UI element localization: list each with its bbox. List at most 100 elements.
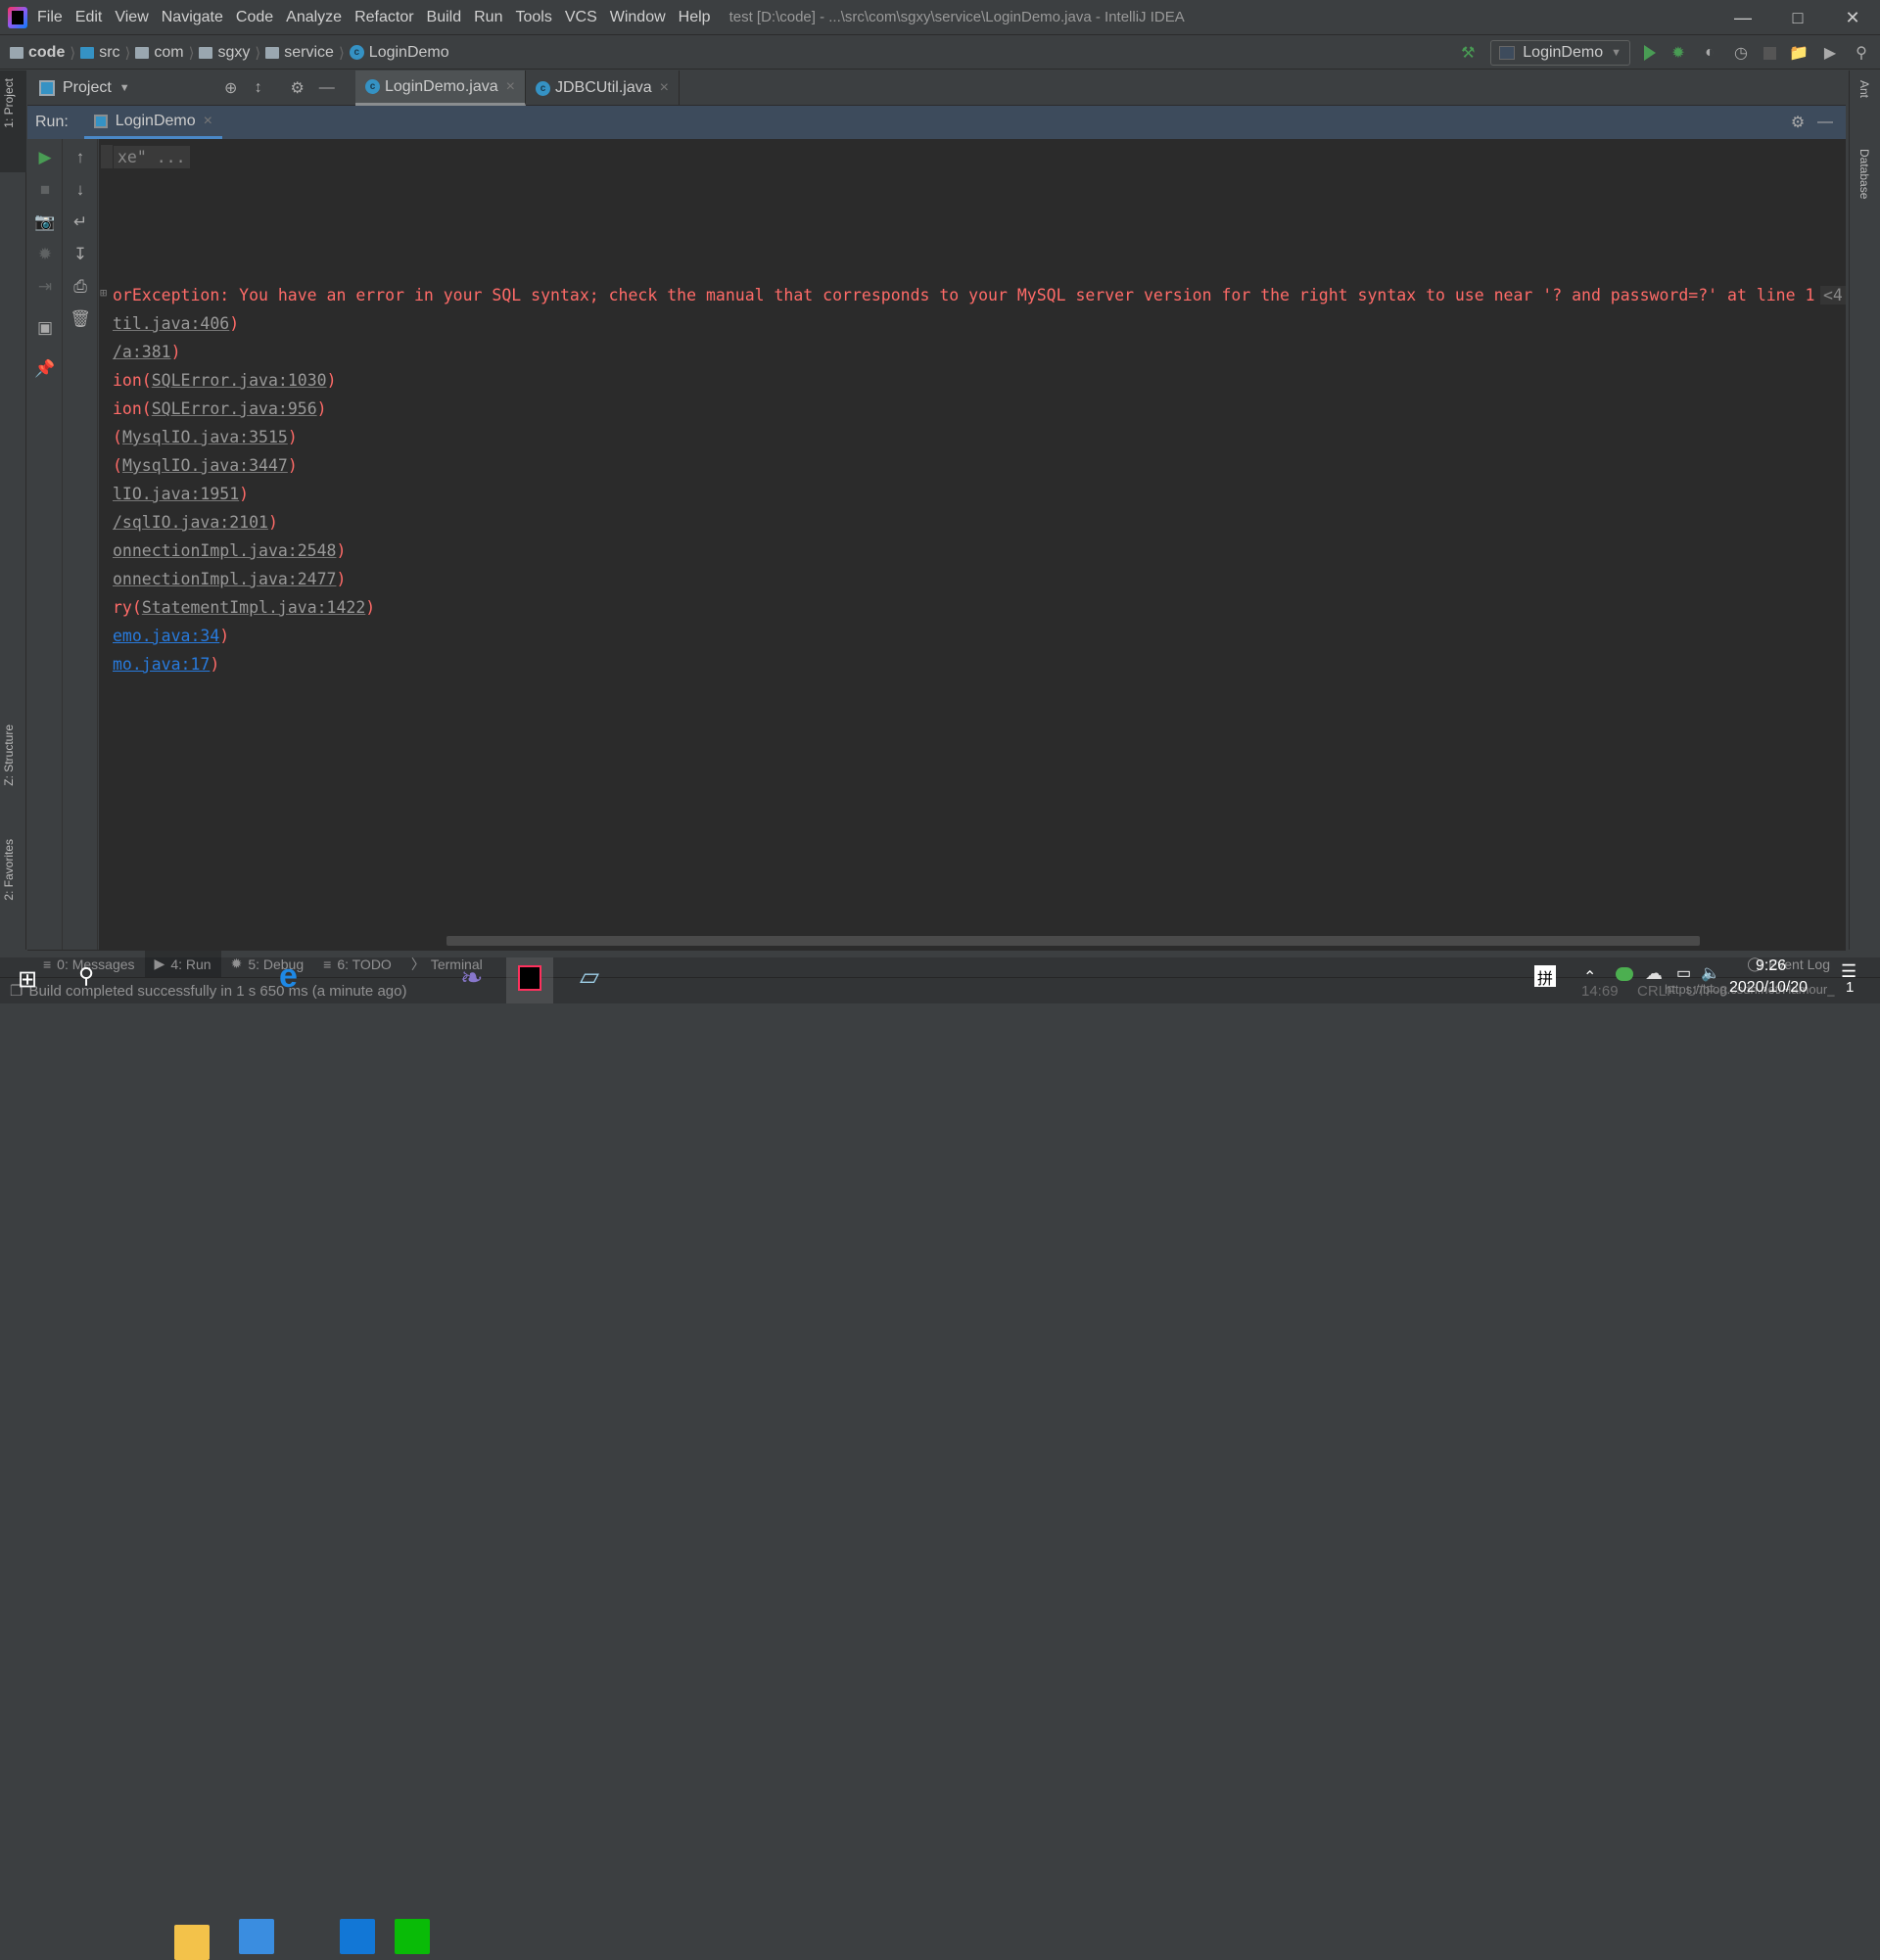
battery-icon[interactable]: ▭ bbox=[1676, 963, 1691, 983]
source-link[interactable]: SQLError.java:1030 bbox=[152, 371, 327, 390]
tray-expand-icon[interactable]: ⌃ bbox=[1583, 967, 1596, 987]
menu-help[interactable]: Help bbox=[679, 9, 711, 26]
breadcrumb-com[interactable]: com bbox=[135, 44, 184, 62]
profile-icon[interactable]: ◷ bbox=[1732, 44, 1750, 62]
menu-refactor[interactable]: Refactor bbox=[354, 9, 413, 26]
scrollbar-thumb[interactable] bbox=[446, 936, 1700, 946]
source-link[interactable]: mo.java:17 bbox=[113, 655, 210, 674]
ant-tool-tab[interactable]: Ant bbox=[1857, 80, 1871, 98]
scroll-to-end-icon[interactable]: ↧ bbox=[71, 245, 89, 263]
clock-time[interactable]: 9:26 bbox=[1756, 957, 1786, 975]
file-explorer-icon[interactable] bbox=[174, 1925, 210, 1960]
stop-icon[interactable] bbox=[1763, 46, 1776, 60]
minimize-button[interactable]: — bbox=[1716, 0, 1770, 35]
favorites-tool-tab[interactable]: 2: Favorites bbox=[2, 839, 16, 901]
breadcrumb-service[interactable]: service bbox=[265, 44, 334, 62]
source-link[interactable]: /sqlIO.java:2101 bbox=[113, 513, 268, 532]
volume-icon[interactable]: 🔈 bbox=[1701, 963, 1720, 983]
print-icon[interactable]: ⎙ bbox=[71, 277, 89, 296]
clock-date[interactable]: 2020/10/20 bbox=[1729, 979, 1808, 997]
soft-wrap-icon[interactable]: ↵ bbox=[71, 212, 89, 231]
camera-icon[interactable]: 📷 bbox=[34, 212, 55, 231]
build-hammer-icon[interactable]: ⚒ bbox=[1459, 44, 1477, 62]
qq-icon[interactable] bbox=[340, 1919, 375, 1954]
horizontal-scrollbar[interactable] bbox=[99, 934, 1846, 950]
source-link[interactable]: StatementImpl.java:1422 bbox=[142, 598, 365, 617]
structure-tool-tab[interactable]: Z: Structure bbox=[2, 724, 16, 786]
edge-browser-icon[interactable]: e bbox=[279, 957, 298, 996]
wechat-icon[interactable] bbox=[395, 1919, 430, 1954]
app-icon[interactable] bbox=[239, 1919, 274, 1954]
ime-indicator[interactable]: 拼 bbox=[1534, 965, 1556, 988]
wechat-tray-icon[interactable] bbox=[1616, 967, 1633, 981]
onedrive-icon[interactable]: ☁ bbox=[1645, 963, 1663, 984]
dolphin-app-icon[interactable]: ❧ bbox=[460, 961, 483, 994]
tab-jdbcutil-java[interactable]: c JDBCUtil.java × bbox=[526, 70, 680, 106]
tab-logindemo-java[interactable]: c LoginDemo.java × bbox=[355, 70, 526, 106]
breadcrumb-src[interactable]: src bbox=[80, 44, 120, 62]
arrow-up-icon[interactable]: ↑ bbox=[71, 148, 89, 166]
notepad-icon[interactable]: ▱ bbox=[580, 961, 599, 992]
run-config-dropdown[interactable]: LoginDemo ▼ bbox=[1490, 40, 1630, 66]
terminal-icon[interactable]: ▶ bbox=[1821, 44, 1839, 62]
run-tab-logindemo[interactable]: LoginDemo × bbox=[83, 106, 222, 139]
run-icon[interactable] bbox=[1644, 45, 1656, 61]
source-link[interactable]: til.java:406 bbox=[113, 314, 229, 333]
windows-start-icon[interactable]: ⊞ bbox=[18, 965, 37, 994]
source-link[interactable]: emo.java:34 bbox=[113, 627, 219, 645]
source-link[interactable]: lIO.java:1951 bbox=[113, 485, 239, 503]
close-icon[interactable]: × bbox=[660, 79, 669, 97]
source-link[interactable]: MysqlIO.java:3447 bbox=[122, 456, 288, 475]
source-link[interactable]: onnectionImpl.java:2548 bbox=[113, 541, 336, 560]
hide-icon[interactable]: — bbox=[318, 79, 336, 97]
breadcrumb-logindemo[interactable]: c LoginDemo bbox=[349, 44, 449, 62]
close-icon[interactable]: × bbox=[204, 113, 212, 130]
folded-text[interactable]: xe" ... bbox=[114, 146, 190, 168]
project-dropdown[interactable]: Project bbox=[63, 79, 112, 97]
debug-bug-icon[interactable]: ✹ bbox=[36, 245, 54, 263]
menu-analyze[interactable]: Analyze bbox=[286, 9, 342, 26]
menu-file[interactable]: File bbox=[37, 9, 63, 26]
stop-icon[interactable]: ■ bbox=[36, 180, 54, 199]
source-link[interactable]: onnectionImpl.java:2477 bbox=[113, 570, 336, 588]
locate-icon[interactable]: ⊕ bbox=[222, 79, 240, 97]
maximize-button[interactable]: □ bbox=[1770, 0, 1825, 35]
menu-build[interactable]: Build bbox=[427, 9, 462, 26]
project-tool-tab[interactable]: 1: Project bbox=[2, 78, 16, 128]
menu-run[interactable]: Run bbox=[474, 9, 502, 26]
console-output[interactable]: xe" ... orException: You have an error i… bbox=[99, 139, 1846, 934]
chevron-down-icon[interactable]: ▼ bbox=[119, 82, 130, 94]
source-link[interactable]: MysqlIO.java:3515 bbox=[122, 428, 288, 446]
rerun-icon[interactable]: ▶ bbox=[36, 148, 54, 166]
source-link[interactable]: /a:381 bbox=[113, 343, 171, 361]
expand-icon[interactable]: ⊞ bbox=[100, 286, 107, 300]
layout-icon[interactable]: ▣ bbox=[36, 318, 54, 337]
breadcrumb-sgxy[interactable]: sgxy bbox=[199, 44, 250, 62]
debug-bug-icon[interactable]: ✹ bbox=[1669, 44, 1687, 62]
trash-icon[interactable]: 🗑 bbox=[70, 309, 91, 328]
breadcrumb-code[interactable]: code bbox=[10, 44, 65, 62]
close-icon[interactable]: × bbox=[506, 78, 515, 96]
menu-vcs[interactable]: VCS bbox=[565, 9, 597, 26]
pin-icon[interactable]: 📌 bbox=[34, 359, 55, 378]
hide-icon[interactable]: — bbox=[1816, 114, 1834, 131]
coverage-icon[interactable]: ◐ bbox=[1701, 44, 1718, 62]
collapse-icon[interactable]: ↕ bbox=[250, 79, 267, 97]
menu-window[interactable]: Window bbox=[610, 9, 666, 26]
menu-edit[interactable]: Edit bbox=[75, 9, 103, 26]
search-icon[interactable]: ⚲ bbox=[78, 963, 94, 989]
project-structure-icon[interactable]: 📁 bbox=[1789, 44, 1809, 62]
close-button[interactable]: ✕ bbox=[1825, 0, 1880, 35]
menu-tools[interactable]: Tools bbox=[515, 9, 551, 26]
menu-code[interactable]: Code bbox=[236, 9, 273, 26]
gear-icon[interactable]: ⚙ bbox=[289, 79, 306, 97]
exit-icon[interactable]: ⇥ bbox=[36, 277, 54, 296]
intellij-taskbar-button[interactable] bbox=[506, 957, 553, 1003]
arrow-down-icon[interactable]: ↓ bbox=[71, 180, 89, 199]
menu-view[interactable]: View bbox=[115, 9, 148, 26]
menu-navigate[interactable]: Navigate bbox=[162, 9, 223, 26]
search-icon[interactable]: ⚲ bbox=[1853, 44, 1870, 62]
database-tool-tab[interactable]: Database bbox=[1857, 149, 1871, 199]
gear-icon[interactable]: ⚙ bbox=[1789, 114, 1807, 131]
source-link[interactable]: SQLError.java:956 bbox=[152, 399, 317, 418]
